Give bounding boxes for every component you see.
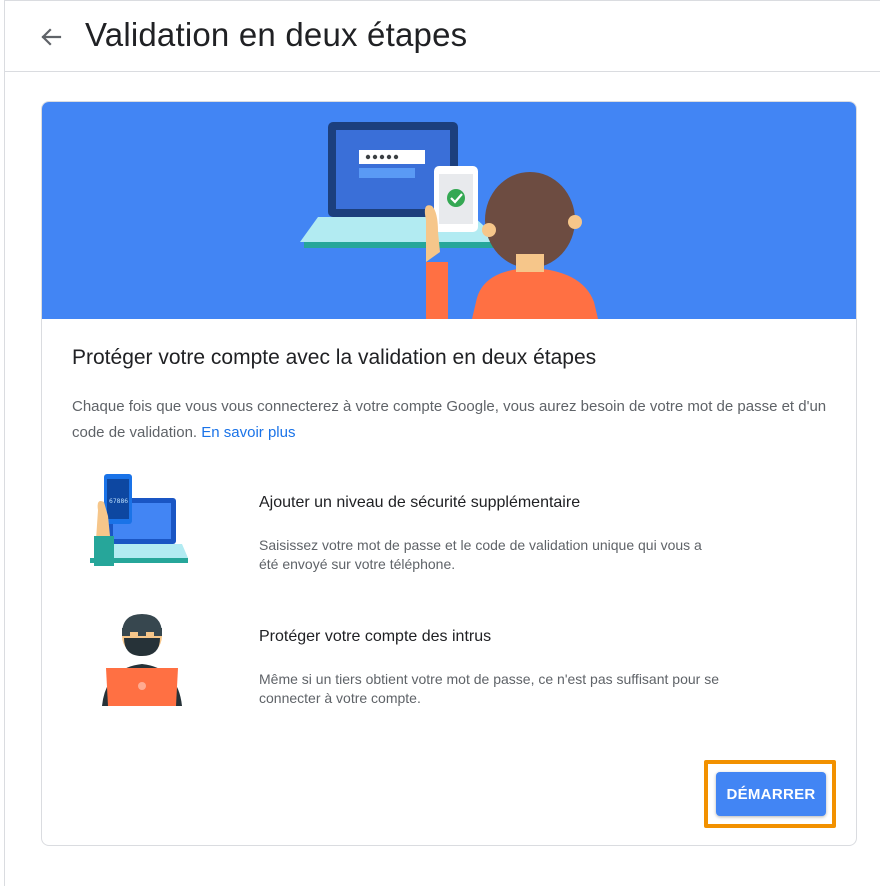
page-header: Validation en deux étapes <box>5 1 880 72</box>
svg-text:67886: 67886 <box>109 498 128 505</box>
description-text: Chaque fois que vous vous connecterez à … <box>72 398 827 441</box>
two-step-card: Protéger votre compte avec la validation… <box>41 101 857 846</box>
card-title: Protéger votre compte avec la validation… <box>72 346 597 369</box>
page-title: Validation en deux étapes <box>85 16 468 53</box>
feature-title: Protéger votre compte des intrus <box>259 628 492 645</box>
banner-illustration <box>42 102 856 319</box>
feature-description: Même si un tiers obtient votre mot de pa… <box>259 671 719 706</box>
intruder-illustration <box>92 606 192 715</box>
page-frame: Validation en deux étapes Protéger votre… <box>4 0 880 886</box>
feature-title: Ajouter un niveau de sécurité supplément… <box>259 494 581 511</box>
phone-laptop-illustration: 67886 <box>82 470 192 579</box>
card-description: Chaque fois que vous vous connecterez à … <box>72 394 832 446</box>
feature-description: Saisissez votre mot de passe et le code … <box>259 537 702 572</box>
learn-more-link[interactable]: En savoir plus <box>201 424 295 441</box>
arrow-back-icon[interactable] <box>35 21 67 53</box>
start-button[interactable]: DÉMARRER <box>716 772 826 816</box>
